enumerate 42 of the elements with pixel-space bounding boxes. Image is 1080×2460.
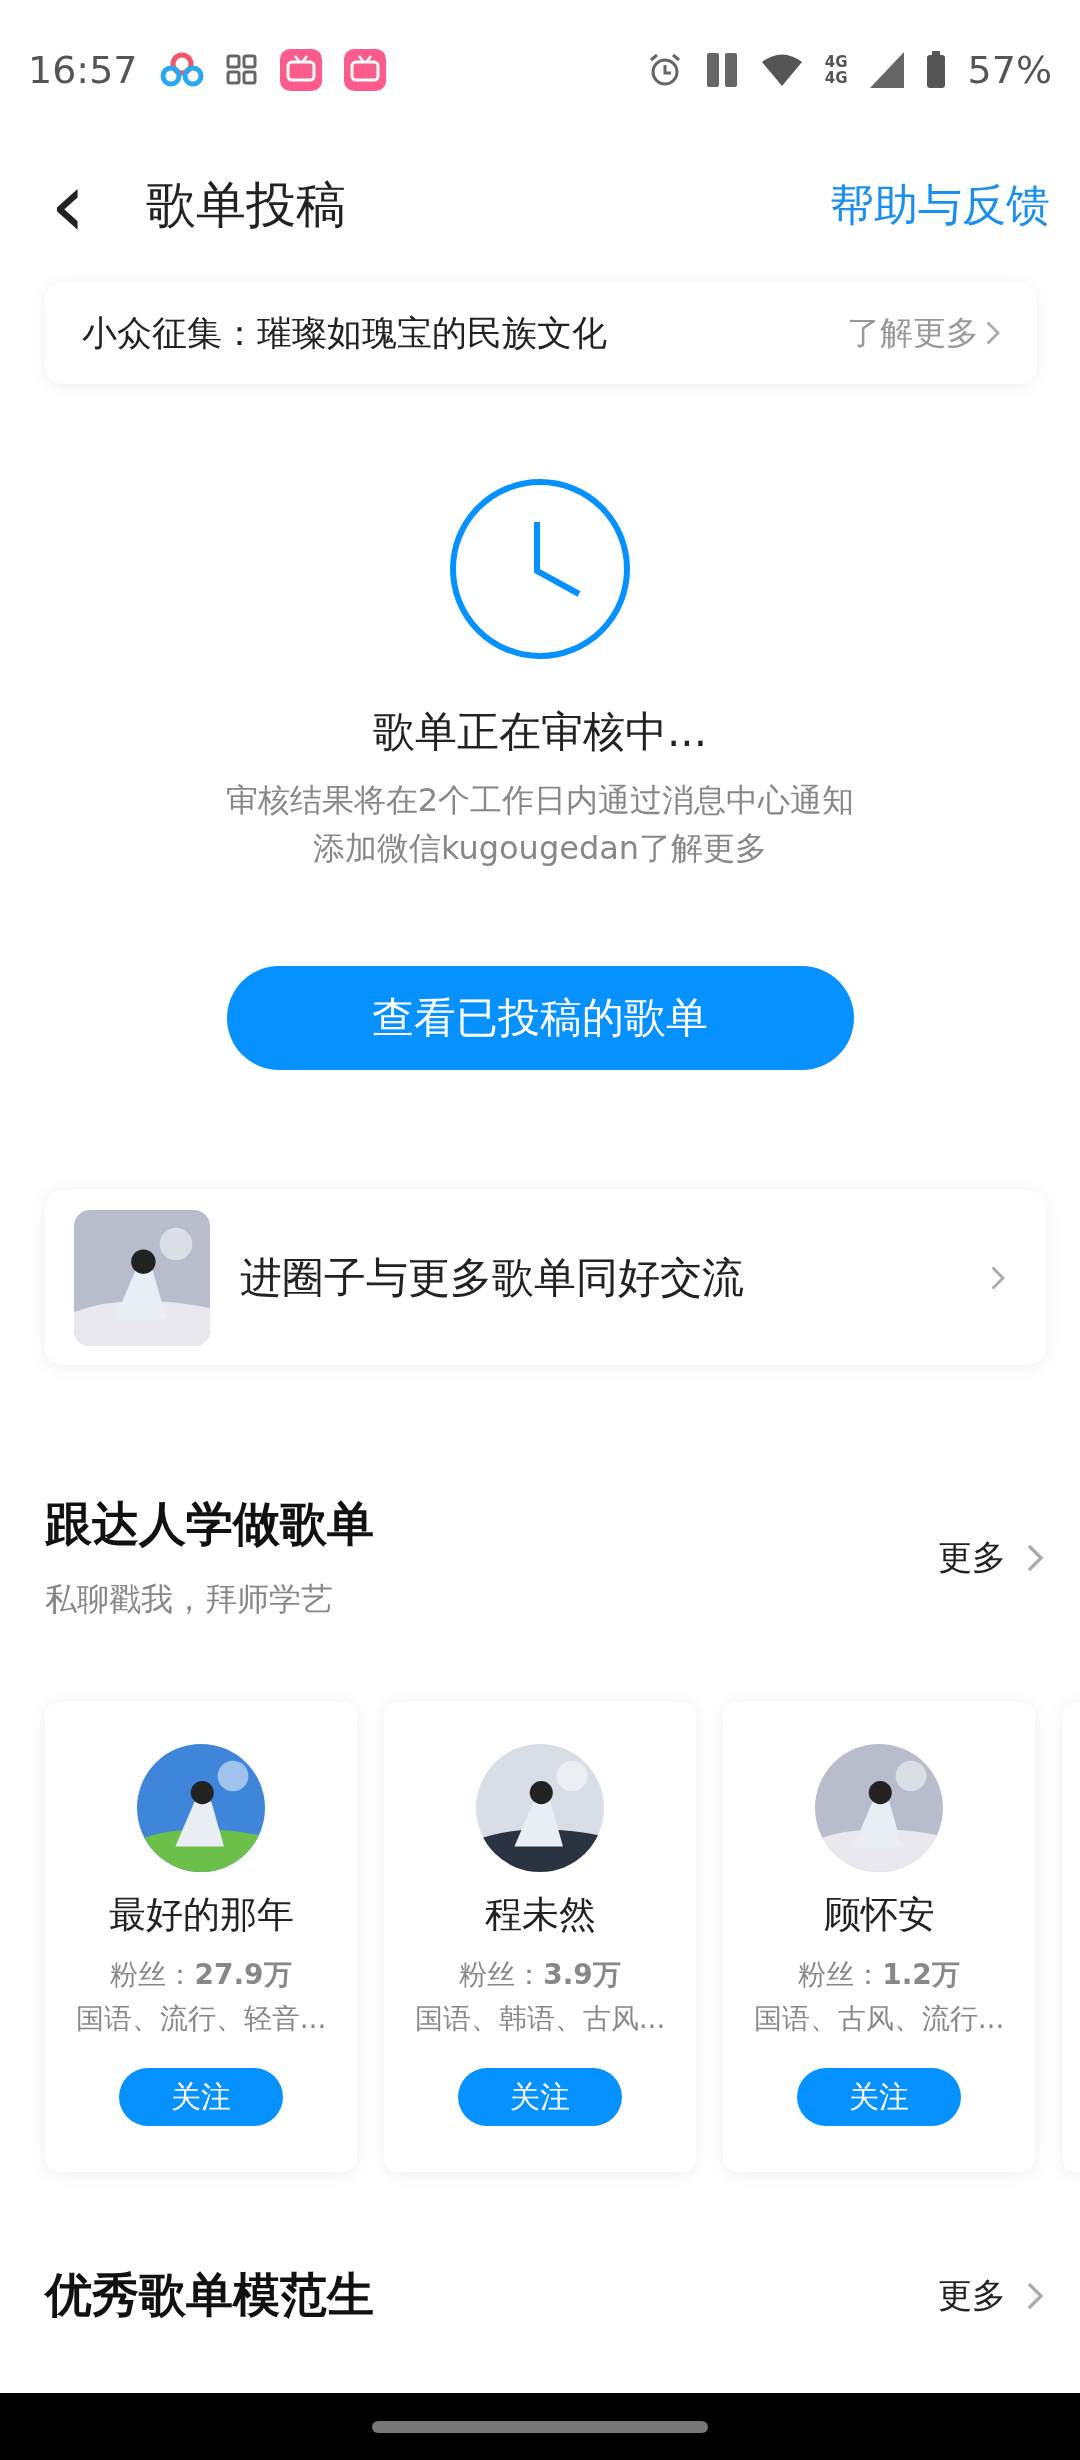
creator-card[interactable]: 最好的那年 粉丝：27.9万 国语、流行、轻音... 关注 [45, 1702, 357, 2172]
genre-tags: 国语、流行、轻音... [75, 2000, 327, 2038]
network-type: 4G 4G [824, 54, 848, 86]
review-info-text: 审核结果将在2个工作日内通过消息中心通知 [225, 780, 855, 821]
tv-app-icon [279, 49, 322, 91]
review-status-title: 歌单正在审核中... [372, 706, 708, 758]
section-title: 跟达人学做歌单 [45, 1495, 375, 1553]
tv-app-icon [343, 49, 386, 91]
more-link[interactable]: 更多 [938, 2272, 1044, 2319]
battery-level: 57% [967, 48, 1052, 92]
creator-card[interactable]: 程未然 粉丝：3.9万 国语、韩语、古风... 关注 [384, 1702, 696, 2172]
creator-name: 程未然 [484, 1892, 596, 1938]
genre-tags: 国语、古风、流行... [753, 2000, 1005, 2038]
creator-card[interactable]: 顾怀安 粉丝：1.2万 国语、古风、流行... 关注 [723, 1702, 1035, 2172]
section-title: 优秀歌单模范生 [45, 2266, 375, 2324]
community-card[interactable]: 进圈子与更多歌单同好交流 [45, 1190, 1046, 1365]
section-subtitle: 私聊戳我，拜师学艺 [45, 1579, 334, 1620]
campaign-text: 小众征集：璀璨如瑰宝的民族文化 [82, 311, 608, 355]
review-info-text: 添加微信kugougedan了解更多 [312, 828, 768, 869]
back-button[interactable]: ‹ [50, 165, 86, 245]
home-handle[interactable] [372, 2420, 708, 2433]
fan-count: 粉丝：3.9万 [459, 1957, 621, 1993]
campaign-banner[interactable]: 小众征集：璀璨如瑰宝的民族文化 了解更多 [45, 282, 1037, 384]
fan-count: 粉丝：1.2万 [798, 1957, 960, 1993]
community-text: 进圈子与更多歌单同好交流 [240, 1251, 745, 1304]
chevron-right-icon [985, 320, 1001, 346]
chevron-right-icon [990, 1264, 1006, 1291]
grid-icon [225, 54, 258, 86]
chevron-right-icon [1026, 1542, 1044, 1573]
fan-count: 粉丝：27.9万 [110, 1957, 292, 1993]
status-time: 16:57 [28, 48, 138, 92]
creator-name: 最好的那年 [108, 1892, 294, 1938]
clock-icon [449, 478, 631, 660]
more-link[interactable]: 更多 [938, 1534, 1044, 1581]
page-title: 歌单投稿 [146, 174, 347, 236]
genre-tags: 国语、韩语、古风... [414, 2000, 666, 2038]
battery-icon [925, 51, 946, 89]
signal-icon [869, 52, 904, 88]
cloud-app-icon [159, 52, 204, 88]
chevron-right-icon [1026, 2280, 1044, 2311]
wifi-icon [760, 53, 803, 87]
creator-name: 顾怀安 [823, 1892, 935, 1938]
